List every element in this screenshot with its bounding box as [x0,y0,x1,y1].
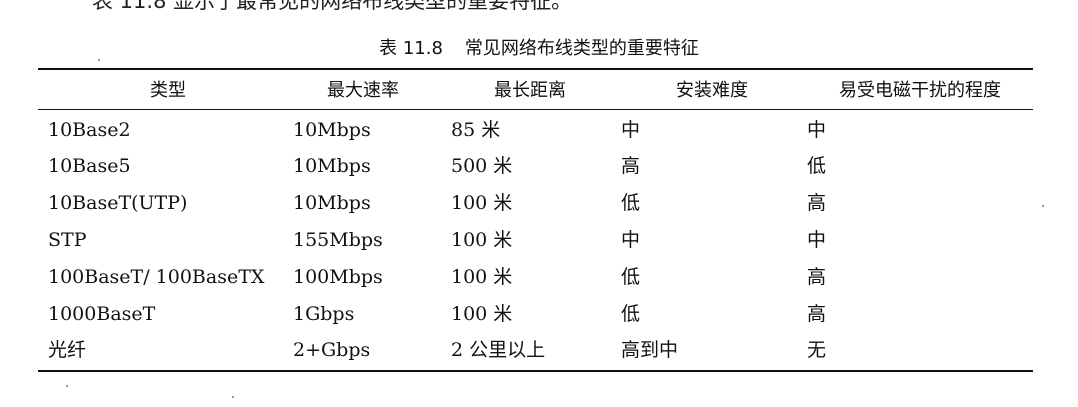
cell-max-rate: 1Gbps [293,303,355,325]
table-row: 光纤 2+Gbps 2 公里以上 高到中 无 [38,332,1033,368]
scan-speck [1042,205,1044,207]
cell-max-distance: 100 米 [451,266,513,288]
table-caption-number: 表 11.8 [379,38,443,59]
header-install-difficulty: 安装难度 [676,80,748,101]
cell-type: 10Base5 [48,155,131,177]
cell-max-rate: 155Mbps [293,229,383,251]
cell-type: 100BaseT/ 100BaseTX [48,266,265,288]
cell-install-difficulty: 低 [621,303,641,325]
table-top-rule [38,68,1033,70]
cell-max-distance: 500 米 [451,155,513,177]
table-row: 10Base2 10Mbps 85 米 中 中 [38,112,1033,148]
cell-install-difficulty: 高到中 [621,339,679,361]
cell-install-difficulty: 低 [621,192,641,214]
cell-emi-susceptibility: 高 [807,266,827,288]
cell-max-distance: 100 米 [451,192,513,214]
cell-type: 10BaseT(UTP) [48,192,188,214]
table-row: 1000BaseT 1Gbps 100 米 低 高 [38,296,1033,332]
cell-emi-susceptibility: 低 [807,155,827,177]
cell-type: 光纤 [48,339,87,361]
scan-speck [66,385,68,387]
cell-max-distance: 100 米 [451,303,513,325]
cell-max-rate: 10Mbps [293,119,371,141]
cell-install-difficulty: 高 [621,155,641,177]
cell-max-distance: 85 米 [451,119,501,141]
cell-type: STP [48,229,87,251]
header-max-distance: 最长距离 [494,80,566,101]
cell-emi-susceptibility: 高 [807,303,827,325]
cell-install-difficulty: 中 [621,119,641,141]
cell-emi-susceptibility: 高 [807,192,827,214]
cell-max-distance: 2 公里以上 [451,339,546,361]
cell-max-distance: 100 米 [451,229,513,251]
scan-speck [98,59,100,61]
table-row: STP 155Mbps 100 米 中 中 [38,222,1033,258]
cell-install-difficulty: 中 [621,229,641,251]
cell-emi-susceptibility: 无 [807,339,827,361]
cell-max-rate: 10Mbps [293,155,371,177]
header-max-rate: 最大速率 [327,80,399,101]
cell-emi-susceptibility: 中 [807,119,827,141]
table-bottom-rule [38,370,1033,372]
scan-speck [232,396,234,398]
table-caption: 表 11.8 常见网络布线类型的重要特征 [0,36,1078,62]
preceding-paragraph: 表 11.8 显示了最常见的网络布线类型的重要特征。 [92,0,573,13]
table-row: 10BaseT(UTP) 10Mbps 100 米 低 高 [38,185,1033,221]
table-header-row: 类型 最大速率 最长距离 安装难度 易受电磁干扰的程度 [38,73,1033,109]
cell-max-rate: 10Mbps [293,192,371,214]
cell-max-rate: 100Mbps [293,266,383,288]
cell-install-difficulty: 低 [621,266,641,288]
cell-type: 1000BaseT [48,303,156,325]
cell-type: 10Base2 [48,119,131,141]
table-row: 10Base5 10Mbps 500 米 高 低 [38,148,1033,184]
table-row: 100BaseT/ 100BaseTX 100Mbps 100 米 低 高 [38,259,1033,295]
header-type: 类型 [150,80,186,101]
table-header-rule [38,109,1033,110]
cell-emi-susceptibility: 中 [807,229,827,251]
cell-max-rate: 2+Gbps [293,339,371,361]
header-emi-susceptibility: 易受电磁干扰的程度 [839,80,1001,101]
table-caption-title: 常见网络布线类型的重要特征 [464,38,699,59]
